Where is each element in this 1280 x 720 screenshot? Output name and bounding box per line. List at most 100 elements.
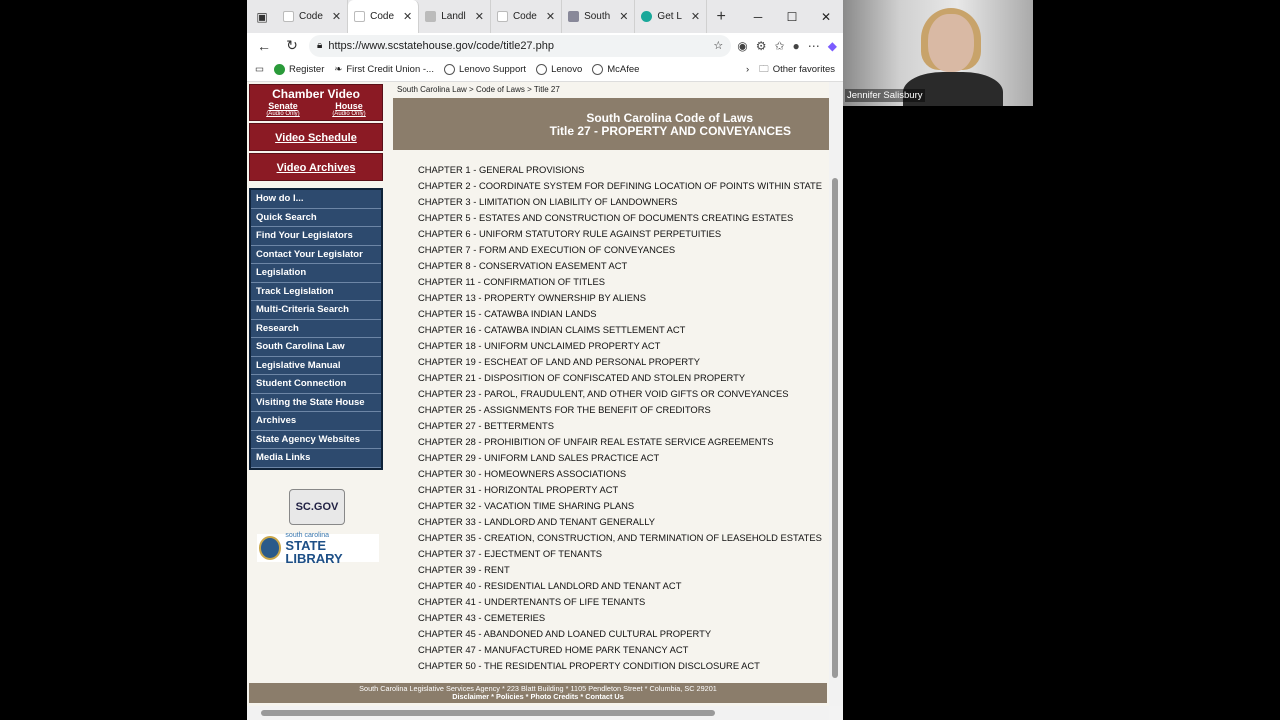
chapter-link[interactable]: CHAPTER 30 - HOMEOWNERS ASSOCIATIONS bbox=[418, 466, 822, 482]
page-icon bbox=[283, 11, 294, 22]
chapter-link[interactable]: CHAPTER 21 - DISPOSITION OF CONFISCATED … bbox=[418, 370, 822, 386]
chapter-link[interactable]: CHAPTER 29 - UNIFORM LAND SALES PRACTICE… bbox=[418, 450, 822, 466]
favorite-first-credit[interactable]: ❧ First Credit Union -... bbox=[334, 64, 434, 75]
favorite-lenovo-support[interactable]: Lenovo Support bbox=[443, 64, 526, 75]
profile-icon[interactable]: ● bbox=[793, 39, 800, 53]
chapter-link[interactable]: CHAPTER 28 - PROHIBITION OF UNFAIR REAL … bbox=[418, 434, 822, 450]
close-icon[interactable]: ✕ bbox=[546, 10, 555, 23]
menu-item-visiting[interactable]: Visiting the State House bbox=[251, 393, 381, 412]
chapter-link[interactable]: CHAPTER 32 - VACATION TIME SHARING PLANS bbox=[418, 498, 822, 514]
scroll-thumb[interactable] bbox=[832, 178, 838, 678]
menu-item-track-legislation[interactable]: Track Legislation bbox=[251, 282, 381, 301]
chapter-link[interactable]: CHAPTER 47 - MANUFACTURED HOME PARK TENA… bbox=[418, 642, 822, 658]
chapter-link[interactable]: CHAPTER 41 - UNDERTENANTS OF LIFE TENANT… bbox=[418, 594, 822, 610]
menu-item-find-legislators[interactable]: Find Your Legislators bbox=[251, 227, 381, 246]
menu-item-contact-legislator[interactable]: Contact Your Legislator bbox=[251, 245, 381, 264]
chevron-right-icon[interactable]: › bbox=[746, 64, 749, 75]
web-page: Chamber Video Senate (Audio Only) House (A… bbox=[247, 82, 829, 706]
menu-item-legislation[interactable]: Legislation bbox=[251, 264, 381, 283]
breadcrumb[interactable]: South Carolina Law > Code of Laws > Titl… bbox=[397, 85, 560, 94]
video-feed: Jennifer Salisbury bbox=[843, 0, 1033, 106]
chapter-link[interactable]: CHAPTER 18 - UNIFORM UNCLAIMED PROPERTY … bbox=[418, 338, 822, 354]
tab-3[interactable]: Code ✕ bbox=[491, 0, 563, 33]
menu-item-legislative-manual[interactable]: Legislative Manual bbox=[251, 356, 381, 375]
vertical-scrollbar[interactable] bbox=[829, 82, 843, 706]
chapter-link[interactable]: CHAPTER 1 - GENERAL PROVISIONS bbox=[418, 162, 822, 178]
minimize-icon[interactable]: ─ bbox=[741, 10, 775, 24]
close-icon[interactable]: ✕ bbox=[475, 10, 484, 23]
tab-2[interactable]: Landl ✕ bbox=[419, 0, 491, 33]
chapter-link[interactable]: CHAPTER 11 - CONFIRMATION OF TITLES bbox=[418, 274, 822, 290]
tab-4[interactable]: South ✕ bbox=[562, 0, 636, 33]
footer-links[interactable]: Disclaimer * Policies * Photo Credits * … bbox=[452, 692, 624, 701]
chapter-link[interactable]: CHAPTER 25 - ASSIGNMENTS FOR THE BENEFIT… bbox=[418, 402, 822, 418]
senate-link[interactable]: Senate (Audio Only) bbox=[266, 101, 299, 117]
chapter-link[interactable]: CHAPTER 35 - CREATION, CONSTRUCTION, AND… bbox=[418, 530, 822, 546]
chapter-link[interactable]: CHAPTER 6 - UNIFORM STATUTORY RULE AGAIN… bbox=[418, 226, 822, 242]
chapter-link[interactable]: CHAPTER 45 - ABANDONED AND LOANED CULTUR… bbox=[418, 626, 822, 642]
favorite-mcafee[interactable]: McAfee bbox=[592, 64, 639, 75]
refresh-icon[interactable]: ↻ bbox=[281, 37, 303, 54]
chapter-link[interactable]: CHAPTER 16 - CATAWBA INDIAN CLAIMS SETTL… bbox=[418, 322, 822, 338]
favorite-label: McAfee bbox=[607, 64, 640, 75]
close-icon[interactable]: ✕ bbox=[691, 10, 700, 23]
chapter-link[interactable]: CHAPTER 15 - CATAWBA INDIAN LANDS bbox=[418, 306, 822, 322]
chapter-link[interactable]: CHAPTER 7 - FORM AND EXECUTION OF CONVEY… bbox=[418, 242, 822, 258]
menu-item-research[interactable]: Research bbox=[251, 319, 381, 338]
close-icon[interactable]: ✕ bbox=[332, 10, 341, 23]
chapter-link[interactable]: CHAPTER 2 - COORDINATE SYSTEM FOR DEFINI… bbox=[418, 178, 822, 194]
scgov-logo[interactable]: SC.GOV bbox=[289, 489, 345, 525]
chapter-link[interactable]: CHAPTER 40 - RESIDENTIAL LANDLORD AND TE… bbox=[418, 578, 822, 594]
chapter-link[interactable]: CHAPTER 27 - BETTERMENTS bbox=[418, 418, 822, 434]
new-tab-button[interactable]: + bbox=[707, 8, 735, 26]
chapter-link[interactable]: CHAPTER 19 - ESCHEAT OF LAND AND PERSONA… bbox=[418, 354, 822, 370]
menu-item-archives[interactable]: Archives bbox=[251, 412, 381, 431]
menu-item-student-connection[interactable]: Student Connection bbox=[251, 375, 381, 394]
copilot-icon[interactable]: ◆ bbox=[828, 39, 837, 53]
chapter-link[interactable]: CHAPTER 3 - LIMITATION ON LIABILITY OF L… bbox=[418, 194, 822, 210]
favorites-icon[interactable]: ✩ bbox=[774, 39, 784, 53]
tab-label: Get L bbox=[657, 11, 682, 22]
password-icon[interactable]: ◉ bbox=[737, 39, 747, 53]
close-icon[interactable]: ✕ bbox=[403, 10, 412, 23]
maximize-icon[interactable]: ☐ bbox=[775, 10, 809, 24]
menu-item-multi-criteria-search[interactable]: Multi-Criteria Search bbox=[251, 301, 381, 320]
close-icon[interactable]: ✕ bbox=[619, 10, 628, 23]
favorite-lenovo[interactable]: Lenovo bbox=[536, 64, 582, 75]
chapter-link[interactable]: CHAPTER 33 - LANDLORD AND TENANT GENERAL… bbox=[418, 514, 822, 530]
video-archives-link[interactable]: Video Archives bbox=[249, 153, 383, 181]
menu-item-media-links[interactable]: Media Links bbox=[251, 449, 381, 468]
tab-1[interactable]: Code ✕ bbox=[348, 0, 420, 33]
chapter-link[interactable]: CHAPTER 8 - CONSERVATION EASEMENT ACT bbox=[418, 258, 822, 274]
star-icon[interactable]: ☆ bbox=[713, 39, 723, 52]
close-window-icon[interactable]: ✕ bbox=[809, 10, 843, 24]
tab-5[interactable]: Get L ✕ bbox=[635, 0, 708, 33]
house-link[interactable]: House (Audio Only) bbox=[332, 101, 365, 117]
menu-item-how-do-i[interactable]: How do I... bbox=[251, 190, 381, 209]
chapter-link[interactable]: CHAPTER 23 - PAROL, FRAUDULENT, AND OTHE… bbox=[418, 386, 822, 402]
chapter-link[interactable]: CHAPTER 5 - ESTATES AND CONSTRUCTION OF … bbox=[418, 210, 822, 226]
tab-actions-icon[interactable]: ▣ bbox=[247, 10, 277, 24]
chapter-link[interactable]: CHAPTER 37 - EJECTMENT OF TENANTS bbox=[418, 546, 822, 562]
chapter-link[interactable]: CHAPTER 13 - PROPERTY OWNERSHIP BY ALIEN… bbox=[418, 290, 822, 306]
chapter-link[interactable]: CHAPTER 31 - HORIZONTAL PROPERTY ACT bbox=[418, 482, 822, 498]
chapter-link[interactable]: CHAPTER 43 - CEMETERIES bbox=[418, 610, 822, 626]
state-library-logo[interactable]: south carolina STATE LIBRARY bbox=[257, 532, 379, 565]
menu-item-quick-search[interactable]: Quick Search bbox=[251, 208, 381, 227]
video-schedule-link[interactable]: Video Schedule bbox=[249, 123, 383, 151]
scroll-thumb[interactable] bbox=[261, 710, 715, 716]
tab-0[interactable]: Code ✕ bbox=[277, 0, 349, 33]
extensions-icon[interactable]: ⚙ bbox=[756, 39, 767, 53]
audio-only-label: (Audio Only) bbox=[332, 111, 366, 117]
address-bar[interactable]: 🔒︎ https://www.scstatehouse.gov/code/tit… bbox=[309, 34, 732, 57]
other-favorites[interactable]: 🗀 Other favorites bbox=[759, 62, 835, 78]
collections-icon[interactable]: ▭ bbox=[255, 64, 264, 75]
menu-item-sc-law[interactable]: South Carolina Law bbox=[251, 338, 381, 357]
menu-item-state-agency[interactable]: State Agency Websites bbox=[251, 430, 381, 449]
favorite-register[interactable]: Register bbox=[273, 64, 324, 75]
more-icon[interactable]: ⋯ bbox=[808, 39, 820, 53]
chapter-link[interactable]: CHAPTER 50 - THE RESIDENTIAL PROPERTY CO… bbox=[418, 658, 822, 674]
horizontal-scrollbar[interactable] bbox=[247, 706, 829, 720]
back-icon[interactable]: ← bbox=[253, 38, 275, 54]
chapter-link[interactable]: CHAPTER 39 - RENT bbox=[418, 562, 822, 578]
